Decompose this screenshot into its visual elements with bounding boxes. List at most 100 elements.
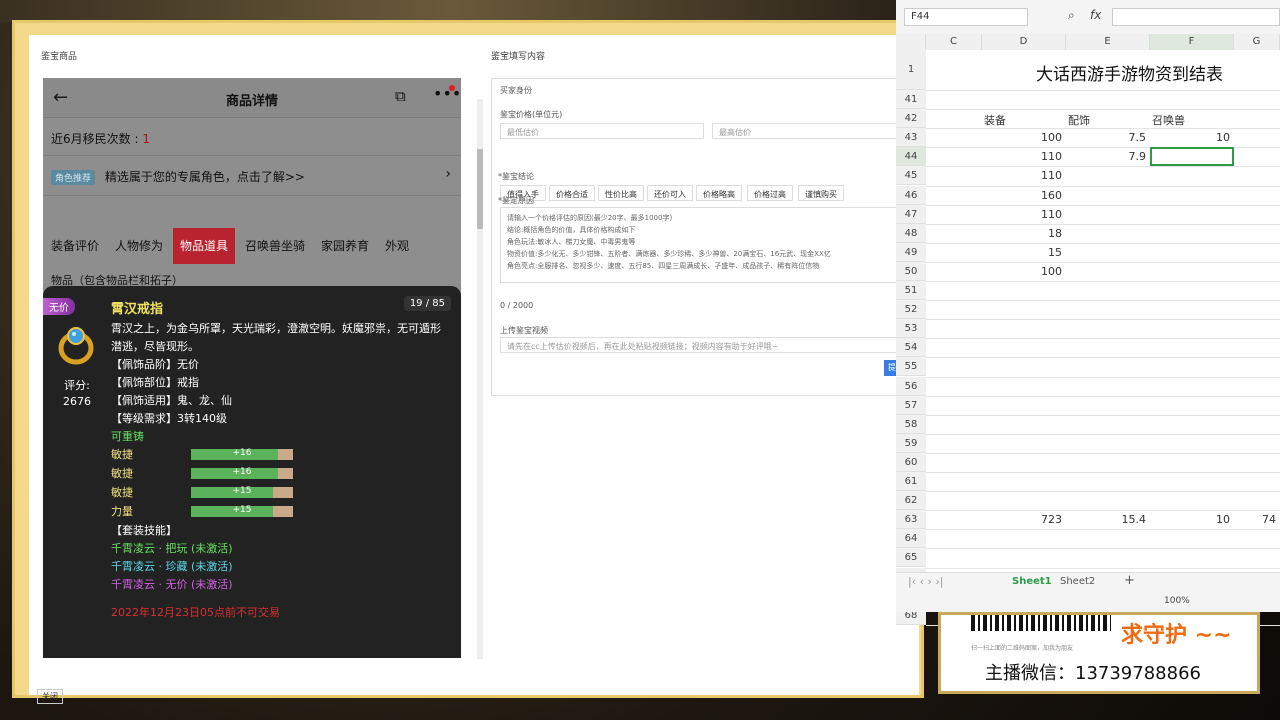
selected-cell[interactable] [1150,147,1234,167]
cell-D63[interactable]: 723 [984,513,1062,526]
cell-D43[interactable]: 100 [984,131,1062,144]
cell-D49[interactable]: 15 [984,246,1062,259]
reason-textarea[interactable]: 请输入一个价格评估的原因(最少20字、最多1000字) 结论:概括角色的价值，具… [500,207,920,283]
row-header[interactable]: 50 [896,261,926,281]
migration-row: 近6月移民次数 : 1 [43,118,461,156]
row-header[interactable]: 51 [896,281,926,301]
fx-icon[interactable]: fx [1090,8,1101,22]
sheet-tab-1[interactable]: Sheet1 [1012,576,1052,587]
name-box[interactable]: F44 [904,8,1028,26]
row-header[interactable]: 42 [896,109,926,129]
row-header[interactable]: 54 [896,338,926,358]
qr-hint: 扫一扫上面的二维码图案，加我为朋友 [971,645,1074,652]
close-button[interactable]: 关闭 [37,689,63,704]
row-header[interactable]: 58 [896,414,926,434]
tab-equipment[interactable]: 装备评价 [51,228,99,264]
sheet-tab-2[interactable]: Sheet2 [1060,576,1095,587]
row-header[interactable]: 1 [896,50,926,90]
formula-input[interactable] [1112,8,1280,26]
row-header[interactable]: 52 [896,300,926,320]
cell-E43[interactable]: 7.5 [1068,131,1147,144]
recommend-tag: 角色推荐 [51,170,96,185]
item-slot: 【佩饰部位】戒指 [111,376,199,389]
cell-G63[interactable]: 74 [1236,513,1276,526]
row-header[interactable]: 60 [896,452,926,472]
row-header[interactable]: 55 [896,357,926,377]
col-header[interactable]: D [982,34,1066,50]
row-header[interactable]: 62 [896,491,926,511]
cell-F42[interactable]: 召唤兽 [1152,112,1230,128]
appraisal-window: 鉴宝商品 鉴宝填写内容 ← 商品详情 ⧉ ••• 近6月移民次数 : 1 角色推… [12,20,924,704]
nav-arrows-icon[interactable]: |‹ ‹ › ›| [908,575,944,588]
grid-line [926,281,1280,282]
grid-line [926,185,1280,187]
row-header[interactable]: 65 [896,548,926,568]
video-link-input[interactable]: 请先在cc上传估价视频后，再在此处粘贴视频链接；视频内容有助于好评哦~ [500,337,918,353]
option-cautious[interactable]: 谨慎购买 [798,185,844,201]
qr-code-icon [971,615,1111,631]
ring-icon [58,327,94,365]
tab-cultivation[interactable]: 人物修为 [115,228,163,264]
zoom-level[interactable]: 100% [1164,596,1190,606]
recommend-row[interactable]: 角色推荐 精选属于您的专属角色，点击了解>> › [43,156,461,196]
panel-scrollbar[interactable] [477,99,483,659]
row-header[interactable]: 45 [896,166,926,186]
row-header[interactable]: 57 [896,395,926,415]
option-good-value[interactable]: 性价比高 [598,185,644,201]
row-header[interactable]: 56 [896,376,926,396]
product-header: ← 商品详情 ⧉ ••• [43,78,461,118]
cell-D47[interactable]: 110 [984,208,1062,221]
grid-line [926,395,1280,397]
cell-E42[interactable]: 配饰 [1068,112,1146,128]
col-header[interactable]: G [1234,34,1280,50]
row-header[interactable]: 46 [896,185,926,205]
tab-appearance[interactable]: 外观 [385,228,409,264]
row-header[interactable]: 64 [896,529,926,549]
row-header[interactable]: 63 [896,510,926,530]
row-header[interactable]: 59 [896,433,926,453]
attr-name: 敏捷 [111,486,133,499]
attr-bar: +15 [191,505,293,517]
share-icon[interactable]: ⧉ [395,87,406,105]
option-fair-price[interactable]: 价格合适 [549,185,595,201]
min-price-input[interactable]: 最低估价 [500,123,704,139]
zoom-icon[interactable]: ⌕ [1068,8,1075,23]
formula-bar: F44 ⌕ fx [896,0,1280,34]
cell-F63[interactable]: 10 [1152,513,1230,526]
max-price-input[interactable]: 最高估价 [712,123,918,139]
row-header[interactable]: 49 [896,242,926,262]
cell-D44[interactable]: 110 [984,150,1062,163]
tab-pets-mounts[interactable]: 召唤兽坐骑 [245,228,305,264]
row-header[interactable]: 41 [896,90,926,110]
left-section-title: 鉴宝商品 [41,52,78,62]
col-header[interactable]: F [1150,34,1234,50]
row-header[interactable]: 61 [896,472,926,492]
tab-home[interactable]: 家园养育 [321,228,369,264]
corner-cell[interactable] [896,34,926,50]
item-recast: 可重铸 [111,430,144,443]
tab-items[interactable]: 物品道具 [173,228,236,264]
option-slightly-high[interactable]: 价格略高 [696,185,742,201]
row-header[interactable]: 47 [896,204,926,224]
row-header[interactable]: 43 [896,128,926,148]
cell-D42[interactable]: 装备 [984,112,1062,128]
option-too-high[interactable]: 价格过高 [747,185,793,201]
cell-D45[interactable]: 110 [984,169,1062,182]
option-bargain[interactable]: 还价可入 [647,185,693,201]
right-section-title: 鉴宝填写内容 [491,52,546,62]
col-header[interactable]: C [926,34,982,50]
cell-E63[interactable]: 15.4 [1068,513,1147,526]
row-header[interactable]: 44 [896,147,926,167]
row-header[interactable]: 48 [896,223,926,243]
grid-line [926,242,1280,244]
row-header[interactable]: 53 [896,319,926,339]
grid-line [926,357,1280,359]
cell-E44[interactable]: 7.9 [1068,150,1147,163]
col-header[interactable]: E [1066,34,1150,50]
cell-F43[interactable]: 10 [1152,131,1230,144]
cell-D50[interactable]: 100 [984,265,1062,278]
cell-D48[interactable]: 18 [984,227,1062,240]
add-sheet-icon[interactable]: + [1124,573,1135,588]
cell-D46[interactable]: 160 [984,189,1062,202]
more-icon[interactable]: ••• [433,84,461,103]
